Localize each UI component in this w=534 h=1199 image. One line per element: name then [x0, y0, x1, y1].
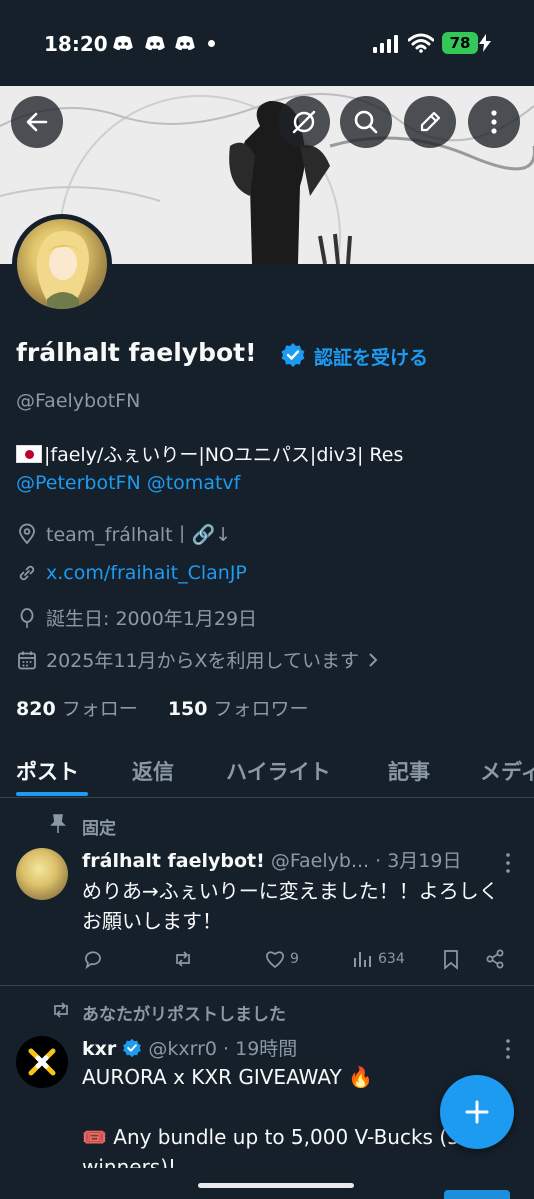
post-more-icon[interactable] [505, 1038, 511, 1060]
reply-button[interactable] [82, 948, 104, 970]
post-header: kxr @kxrr0 · 19時間 [82, 1034, 297, 1061]
post-avatar[interactable] [16, 1036, 68, 1088]
balloon-icon [20, 607, 34, 628]
analytics-icon [354, 952, 371, 967]
discord-icon [113, 35, 133, 51]
edit-button[interactable] [404, 96, 456, 148]
location-row: team_frálhalt丨🔗↓ [16, 520, 231, 547]
home-indicator[interactable] [198, 1183, 354, 1188]
pinned-label: 固定 [82, 819, 116, 839]
arrow-left-icon [26, 112, 48, 132]
profile-name: frálhalt faelybot! [16, 338, 257, 367]
bookmark-button[interactable] [440, 948, 462, 970]
tab-posts[interactable]: ポスト [16, 756, 79, 786]
follow-counts: 820 フォロー 150 フォロワー [16, 694, 309, 721]
get-verified-link[interactable]: 認証を受ける [314, 343, 428, 370]
chevron-right-icon [369, 652, 378, 667]
post-avatar[interactable] [16, 848, 68, 900]
bio-text: |faely/ふぇいりー|NOユニパス|div3| Res [44, 444, 404, 466]
website-row[interactable]: x.com/fraihait_ClanJP [16, 562, 247, 584]
tab-highlights[interactable]: ハイライト [226, 756, 331, 786]
post-divider [0, 985, 534, 986]
post-header: frálhalt faelybot! @Faelyb... · 3月19日 [82, 846, 492, 873]
tab-articles[interactable]: 記事 [388, 756, 430, 786]
japan-flag-icon [16, 445, 42, 463]
battery-indicator: 78 [442, 32, 478, 54]
signal-icon [373, 35, 398, 53]
more-vertical-icon [491, 110, 497, 134]
like-count: 9 [290, 951, 299, 967]
tab-media[interactable]: メディ [480, 756, 534, 786]
post-time: · 19時間 [223, 1038, 298, 1060]
discord-icon [175, 35, 195, 51]
bio-mentions[interactable]: @PeterbotFN @tomatvf [16, 472, 240, 494]
more-button[interactable] [468, 96, 520, 148]
repost-context-icon [54, 1002, 68, 1018]
compose-post-button[interactable] [440, 1075, 514, 1149]
birthday-text: 誕生日: 2000年1月29日 [46, 608, 258, 630]
search-icon [354, 110, 378, 134]
repost-icon [176, 951, 190, 967]
reply-icon [85, 951, 101, 970]
avatar-artwork [36, 230, 89, 309]
followers-label: フォロワー [213, 698, 309, 720]
post-more-icon[interactable] [505, 852, 511, 874]
grok-button[interactable] [278, 96, 330, 148]
bottom-accent-strip [444, 1190, 510, 1199]
bookmark-icon [444, 950, 458, 970]
birthday-row: 誕生日: 2000年1月29日 [16, 604, 257, 631]
post-author-name[interactable]: frálhalt faelybot! [82, 850, 265, 872]
pencil-icon [420, 111, 441, 132]
verified-badge-icon [281, 343, 305, 367]
active-tab-indicator [16, 792, 88, 796]
heart-icon [266, 951, 284, 969]
following-link[interactable]: 820 フォロー [16, 698, 138, 720]
like-button[interactable]: 9 [264, 948, 299, 970]
website-link[interactable]: x.com/fraihait_ClanJP [46, 562, 247, 584]
share-icon [486, 949, 504, 969]
following-label: フォロー [61, 698, 138, 720]
link-icon [19, 565, 35, 581]
views-button[interactable]: 634 [352, 948, 405, 970]
post-text: めりあ→ふぇいりーに変えました！！よろしくお願いします！ [82, 879, 499, 933]
notification-dot [208, 40, 215, 47]
location-text: team_frálhalt丨🔗↓ [46, 524, 232, 546]
bio-line-1: |faely/ふぇいりー|NOユニパス|div3| Res [16, 440, 403, 467]
plus-icon [465, 1100, 489, 1124]
wifi-icon [408, 33, 434, 53]
profile-handle: @FaelybotFN [16, 390, 141, 412]
repost-context-label: あなたがリポストしました [82, 1005, 286, 1025]
following-count: 820 [16, 698, 56, 720]
discord-icon [145, 35, 165, 51]
pin-icon [50, 814, 66, 833]
grok-icon [292, 110, 316, 134]
verified-badge-icon [123, 1038, 142, 1058]
joined-row[interactable]: 2025年11月からXを利用しています [16, 646, 379, 673]
charging-icon [479, 34, 491, 52]
profile-avatar[interactable] [12, 214, 112, 314]
location-pin-icon [19, 523, 35, 544]
joined-text: 2025年11月からXを利用しています [46, 650, 359, 672]
followers-link[interactable]: 150 フォロワー [168, 698, 309, 720]
post-author-handle: @kxrr0 [148, 1038, 217, 1060]
tab-replies[interactable]: 返信 [132, 756, 174, 786]
share-button[interactable] [484, 948, 506, 970]
calendar-icon [18, 651, 36, 669]
post-author-name[interactable]: kxr [82, 1038, 116, 1060]
post-time: · 3月19日 [375, 850, 462, 872]
repost-button[interactable] [172, 948, 194, 970]
post-author-handle: @Faelyb... [270, 850, 370, 872]
view-count: 634 [378, 951, 405, 967]
search-button[interactable] [340, 96, 392, 148]
kxr-logo-icon [28, 1048, 56, 1076]
status-time: 18:20 [44, 32, 108, 56]
back-button[interactable] [11, 96, 63, 148]
followers-count: 150 [167, 698, 208, 720]
